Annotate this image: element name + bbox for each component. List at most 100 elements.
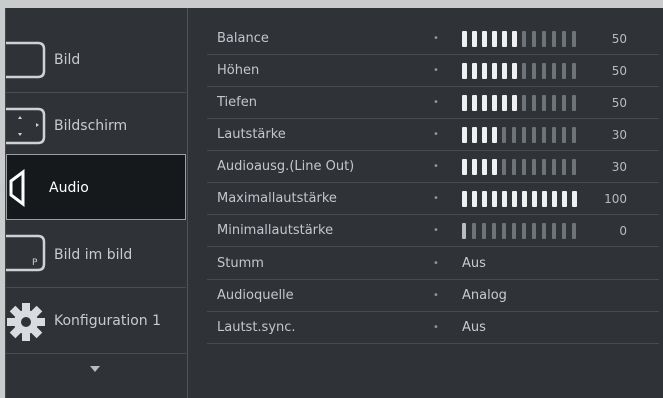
- slider-segment: [562, 31, 566, 47]
- slider-segment: [542, 223, 546, 239]
- slider-segment: [552, 127, 556, 143]
- setting-value: Aus: [462, 256, 486, 271]
- slider-segment: [532, 159, 536, 175]
- setting-value: 0: [619, 224, 627, 238]
- slider-segment: [462, 127, 467, 143]
- slider-segment: [552, 31, 556, 47]
- level-slider[interactable]: [462, 159, 592, 175]
- sidebar-item-bild[interactable]: Bild: [6, 27, 186, 93]
- setting-row[interactable]: Stumm • Aus: [207, 248, 659, 280]
- slider-segment: [492, 63, 497, 79]
- slider-segment: [552, 159, 556, 175]
- slider-segment: [462, 95, 467, 111]
- sidebar-item-label: Audio: [49, 180, 89, 196]
- setting-value: Analog: [462, 288, 507, 303]
- slider-segment: [522, 63, 526, 79]
- setting-label: Lautstärke: [217, 127, 286, 142]
- slider-segment: [502, 31, 507, 47]
- osd-menu: Bild Bildschirm Audio P Bild im bild Kon…: [0, 8, 663, 398]
- level-slider[interactable]: [462, 223, 592, 239]
- slider-segment: [542, 95, 546, 111]
- slider-segment: [492, 223, 496, 239]
- slider-segment: [472, 63, 477, 79]
- setting-row[interactable]: Höhen • 50: [207, 55, 659, 87]
- slider-segment: [552, 63, 556, 79]
- slider-segment: [462, 191, 467, 207]
- slider-segment: [502, 95, 507, 111]
- sidebar-item-konfiguration-1[interactable]: Konfiguration 1: [6, 288, 186, 354]
- setting-row[interactable]: Maximallautstärke • 100: [207, 183, 659, 215]
- slider-segment: [482, 95, 487, 111]
- setting-label: Balance: [217, 31, 269, 46]
- slider-segment: [492, 191, 497, 207]
- slider-segment: [522, 191, 527, 207]
- sidebar-item-label: Bild im bild: [54, 247, 133, 263]
- level-slider[interactable]: [462, 63, 592, 79]
- bullet-icon: •: [433, 258, 439, 269]
- slider-segment: [552, 95, 556, 111]
- slider-segment: [492, 95, 497, 111]
- slider-segment: [542, 31, 546, 47]
- level-slider[interactable]: [462, 95, 592, 111]
- slider-segment: [572, 127, 576, 143]
- gear-icon: [7, 303, 45, 341]
- slider-segment: [522, 95, 526, 111]
- slider-segment: [492, 127, 497, 143]
- setting-label: Audioausg.(Line Out): [217, 159, 355, 174]
- slider-segment: [502, 127, 506, 143]
- slider-segment: [572, 31, 576, 47]
- setting-row[interactable]: Lautstärke • 30: [207, 119, 659, 151]
- slider-segment: [542, 127, 546, 143]
- bullet-icon: •: [433, 290, 439, 301]
- slider-segment: [562, 127, 566, 143]
- screen: Bild Bildschirm Audio P Bild im bild Kon…: [0, 0, 663, 398]
- sidebar-item-bild-im-bild[interactable]: P Bild im bild: [6, 222, 186, 288]
- slider-segment: [512, 191, 517, 207]
- setting-label: Maximallautstärke: [217, 191, 337, 206]
- level-slider[interactable]: [462, 127, 592, 143]
- sidebar-item-audio[interactable]: Audio: [0, 154, 186, 220]
- setting-label: Stumm: [217, 256, 264, 271]
- setting-label: Lautst.sync.: [217, 320, 296, 335]
- setting-row[interactable]: Lautst.sync. • Aus: [207, 312, 659, 344]
- slider-segment: [462, 63, 467, 79]
- slider-segment: [472, 223, 476, 239]
- slider-segment: [572, 95, 576, 111]
- slider-segment: [542, 63, 546, 79]
- setting-value: Aus: [462, 320, 486, 335]
- screen-icon: [6, 41, 46, 79]
- slider-segment: [472, 95, 477, 111]
- bullet-icon: •: [433, 225, 439, 236]
- setting-row[interactable]: Audioausg.(Line Out) • 30: [207, 151, 659, 183]
- setting-row[interactable]: Audioquelle • Analog: [207, 280, 659, 312]
- slider-segment: [532, 191, 537, 207]
- pip-icon: P: [6, 234, 46, 272]
- slider-segment: [512, 127, 516, 143]
- slider-segment: [552, 191, 557, 207]
- chevron-down-icon[interactable]: [90, 366, 100, 372]
- slider-segment: [482, 223, 486, 239]
- slider-segment: [472, 191, 477, 207]
- setting-value: 50: [611, 32, 627, 46]
- slider-segment: [512, 63, 517, 79]
- slider-segment: [532, 127, 536, 143]
- setting-value: 30: [611, 128, 627, 142]
- slider-segment: [542, 191, 547, 207]
- level-slider[interactable]: [462, 191, 592, 207]
- slider-segment: [522, 159, 526, 175]
- level-slider[interactable]: [462, 31, 592, 47]
- setting-label: Höhen: [217, 63, 260, 78]
- slider-segment: [462, 31, 467, 47]
- setting-row[interactable]: Balance • 50: [207, 23, 659, 55]
- slider-segment: [572, 63, 576, 79]
- slider-segment: [562, 159, 566, 175]
- slider-segment: [562, 223, 566, 239]
- setting-row[interactable]: Tiefen • 50: [207, 87, 659, 119]
- slider-segment: [552, 223, 556, 239]
- bullet-icon: •: [433, 193, 439, 204]
- slider-segment: [502, 63, 507, 79]
- slider-segment: [472, 159, 477, 175]
- setting-row[interactable]: Minimallautstärke • 0: [207, 215, 659, 247]
- slider-segment: [562, 95, 566, 111]
- sidebar-item-bildschirm[interactable]: Bildschirm: [6, 93, 186, 159]
